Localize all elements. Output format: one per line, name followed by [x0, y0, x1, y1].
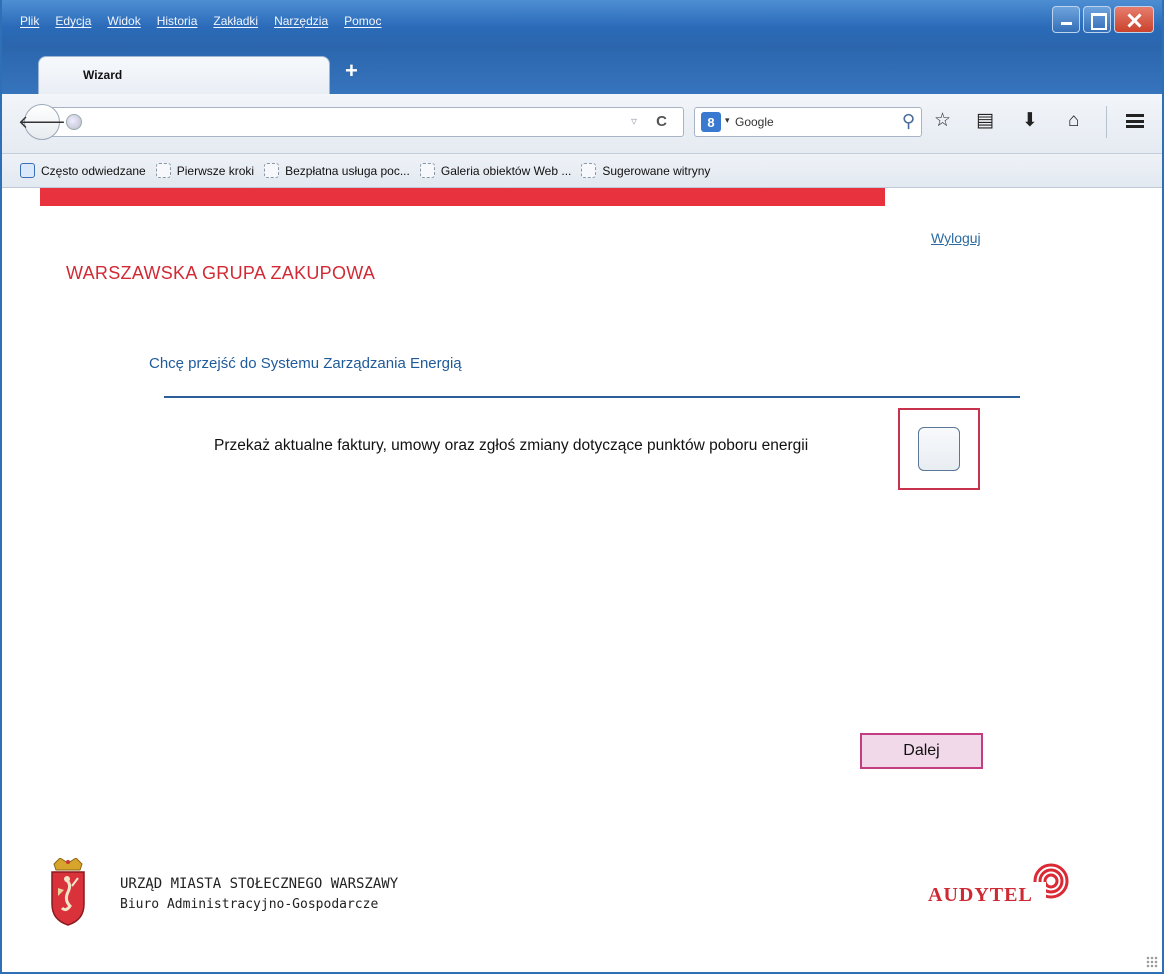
bookmark-suggested-sites[interactable]: Sugerowane witryny [581, 163, 710, 178]
task-description: Przekaż aktualne faktury, umowy oraz zgł… [214, 437, 809, 454]
bookmark-getting-started[interactable]: Pierwsze kroki [155, 163, 255, 178]
section-heading: Chcę przejść do Systemu Zarządzania Ener… [149, 355, 462, 372]
bookmark-free-service[interactable]: Bezpłatna usługa poc... [264, 163, 410, 178]
url-bar[interactable]: ▿ C [52, 107, 684, 137]
header-red-bar [40, 188, 885, 206]
bookmark-web-gallery[interactable]: Galeria obiektów Web ... [419, 163, 572, 178]
search-bar[interactable]: 8 ▾ Google ⚲ [694, 107, 922, 137]
warsaw-coat-of-arms-icon [51, 858, 85, 926]
menu-item-help[interactable]: Pomoc [344, 14, 381, 28]
bookmark-folder-icon [20, 163, 35, 178]
menu-item-tools[interactable]: Narzędzia [274, 14, 328, 28]
page-icon [581, 163, 597, 178]
page-icon [419, 163, 435, 178]
maximize-button[interactable] [1083, 6, 1111, 33]
window-controls [1052, 6, 1154, 33]
menu-item-bookmarks[interactable]: Zakładki [213, 14, 258, 28]
department-name: Biuro Administracyjno-Gospodarcze [120, 897, 379, 912]
page-icon [155, 163, 171, 178]
tab-title: Wizard [83, 68, 123, 82]
bookmark-most-visited[interactable]: Często odwiedzane [20, 163, 146, 178]
navigation-toolbar: ▿ C 🡐 8 ▾ Google ⚲ ☆ ▤ ⬇ ⌂ [2, 94, 1162, 154]
toolbar-separator [1106, 106, 1107, 138]
bookmark-label: Sugerowane witryny [602, 163, 711, 178]
back-button[interactable]: 🡐 [18, 104, 66, 140]
menu-item-file[interactable]: Plik [20, 14, 39, 28]
page-icon [264, 163, 280, 178]
section-divider [164, 396, 1020, 398]
reload-icon[interactable]: C [656, 113, 667, 130]
audytel-swirl-icon [1032, 863, 1069, 900]
tab-strip: Wizard + [2, 46, 1162, 94]
task-checkbox[interactable] [918, 427, 960, 471]
search-engine-label: Google [735, 115, 774, 129]
menu-bar: Plik Edycja Widok Historia Zakładki Narz… [20, 14, 381, 28]
search-icon[interactable]: ⚲ [902, 111, 915, 132]
menu-item-edit[interactable]: Edycja [55, 14, 91, 28]
hamburger-menu-icon[interactable] [1126, 114, 1144, 128]
close-window-button[interactable] [1114, 6, 1154, 33]
history-dropdown-icon[interactable]: ▿ [631, 114, 637, 128]
home-icon[interactable]: ⌂ [1068, 110, 1079, 132]
tab-wizard[interactable]: Wizard [38, 56, 330, 94]
task-checkbox-highlight [898, 408, 980, 490]
bookmark-label: Pierwsze kroki [176, 163, 255, 178]
new-tab-button[interactable]: + [345, 60, 358, 82]
brand-title: WARSZAWSKA GRUPA ZAKUPOWA [66, 263, 376, 283]
bookmarks-list-icon[interactable]: ▤ [976, 110, 994, 132]
bookmarks-bar: Często odwiedzane Pierwsze kroki Bezpłat… [2, 154, 1162, 188]
resize-grip[interactable] [1146, 956, 1158, 968]
search-engine-icon[interactable]: 8 [701, 112, 721, 132]
minimize-button[interactable] [1052, 6, 1080, 33]
city-office-name: URZĄD MIASTA STOŁECZNEGO WARSZAWY [120, 876, 399, 892]
browser-window: Plik Edycja Widok Historia Zakładki Narz… [0, 0, 1164, 974]
logout-link[interactable]: Wyloguj [931, 230, 981, 246]
menu-item-view[interactable]: Widok [107, 14, 140, 28]
bookmark-label: Bezpłatna usługa poc... [285, 163, 410, 178]
bookmark-label: Galeria obiektów Web ... [440, 163, 572, 178]
menu-item-history[interactable]: Historia [157, 14, 198, 28]
bookmark-label: Często odwiedzane [41, 163, 146, 178]
globe-icon [66, 114, 82, 130]
next-button[interactable]: Dalej [860, 733, 983, 769]
bookmark-star-icon[interactable]: ☆ [934, 110, 951, 132]
back-arrow-icon: 🡐 [17, 111, 67, 132]
title-bar: Plik Edycja Widok Historia Zakładki Narz… [2, 0, 1162, 46]
audytel-logo: AUDYTEL [928, 884, 1033, 906]
search-engine-caret-icon[interactable]: ▾ [725, 115, 730, 126]
downloads-icon[interactable]: ⬇ [1022, 110, 1038, 132]
